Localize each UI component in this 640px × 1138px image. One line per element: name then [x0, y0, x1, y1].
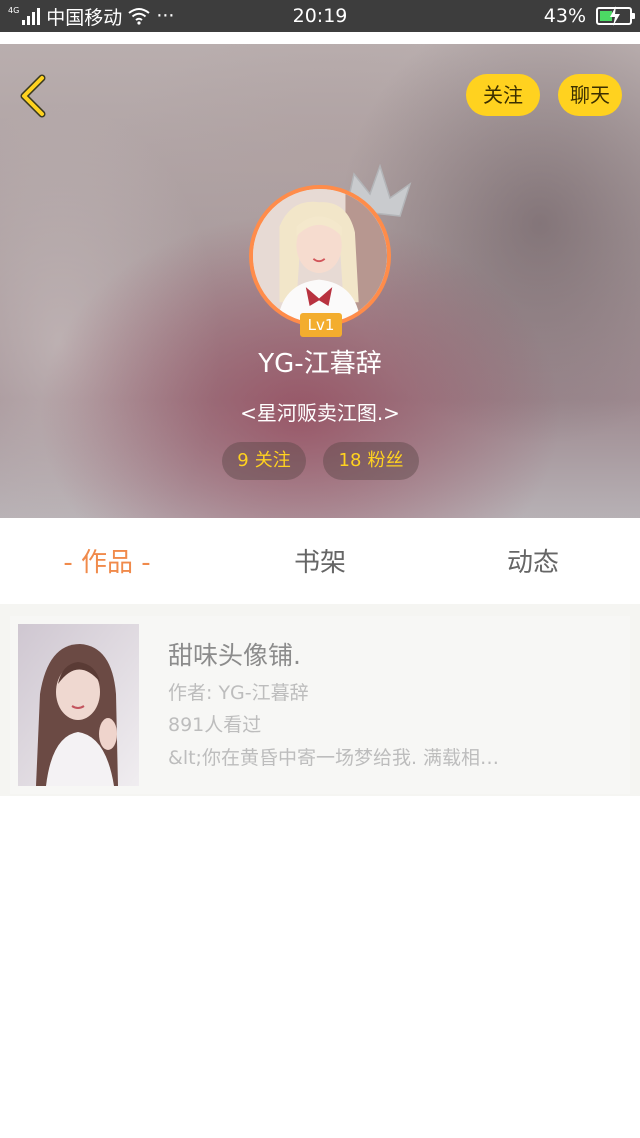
work-cover-image [18, 624, 139, 786]
profile-header: 关注 聊天 Lv1 YG-江暮辞 <星河贩卖江图.> 9 关注 18 粉丝 [0, 44, 640, 518]
status-right: 43% [543, 0, 635, 32]
back-button[interactable] [14, 74, 54, 118]
username: YG-江暮辞 [258, 349, 382, 379]
profile-tabs: - 作品 - 书架 动态 [0, 518, 640, 604]
work-title: 甜味头像铺. [168, 641, 301, 670]
wifi-icon [128, 8, 150, 25]
tab-works[interactable]: - 作品 - [17, 518, 197, 604]
network-type: 4G [8, 6, 20, 15]
avatar-image [253, 189, 387, 323]
status-left: 4G 中国移动 ··· [8, 0, 174, 32]
fans-count-button[interactable]: 18 粉丝 [323, 442, 419, 480]
list-item[interactable]: 甜味头像铺. 作者: YG-江暮辞 891人看过 &lt;你在黄昏中寄一场梦给我… [10, 616, 630, 794]
signal-icon: 4G [8, 6, 41, 25]
work-description: &lt;你在黄昏中寄一场梦给我. 满载相… [168, 747, 500, 769]
following-count: 9 [237, 450, 249, 471]
follow-button[interactable]: 关注 [466, 74, 540, 116]
tab-feed[interactable]: 动态 [443, 518, 623, 604]
avatar[interactable] [249, 185, 391, 327]
work-views: 891人看过 [168, 714, 262, 736]
following-count-button[interactable]: 9 关注 [222, 442, 306, 480]
more-dots: ··· [156, 5, 175, 27]
battery-percent: 43% [543, 5, 586, 27]
chevron-left-icon [20, 74, 46, 118]
fans-count: 18 [338, 450, 362, 471]
fans-label: 粉丝 [367, 450, 404, 471]
following-label: 关注 [254, 450, 291, 471]
chat-button[interactable]: 聊天 [558, 74, 622, 116]
carrier-name: 中国移动 [46, 6, 123, 29]
battery-charging-icon [596, 6, 635, 26]
signature: <星河贩卖江图.> [240, 401, 400, 425]
status-bar: 4G 中国移动 ··· 20:19 43% [0, 0, 640, 32]
level-badge: Lv1 [300, 313, 342, 337]
tab-bookshelf[interactable]: 书架 [230, 518, 410, 604]
work-author: 作者: YG-江暮辞 [168, 682, 309, 704]
